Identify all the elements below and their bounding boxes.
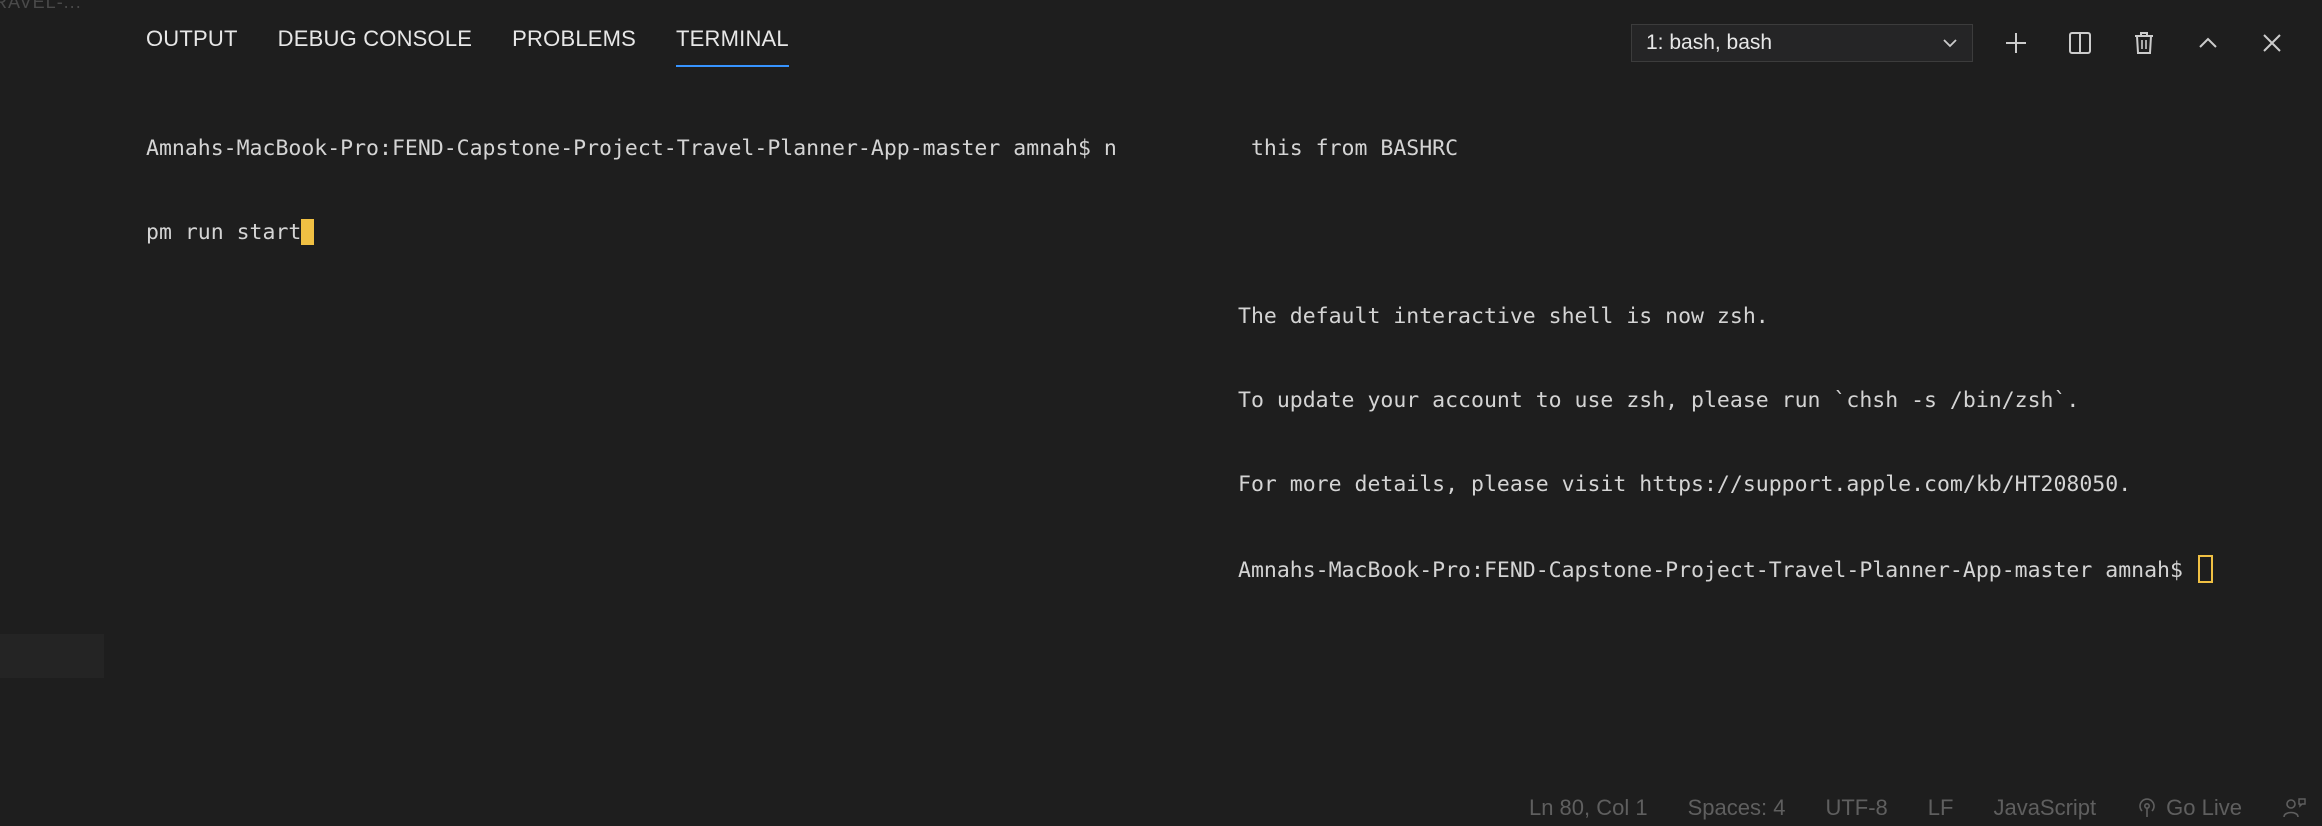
sidebar-faded-label: RAVEL-... xyxy=(0,0,82,12)
terminal-line: For more details, please visit https://s… xyxy=(1238,472,2132,497)
status-indentation[interactable]: Spaces: 4 xyxy=(1688,795,1786,821)
terminal-left-output[interactable]: Amnahs-MacBook-Pro:FEND-Capstone-Project… xyxy=(146,79,1117,303)
terminal-line: Amnahs-MacBook-Pro:FEND-Capstone-Project… xyxy=(146,136,1117,161)
panel-actions xyxy=(1984,22,2304,64)
terminal-right-output[interactable]: this from BASHRC The default interactive… xyxy=(1238,79,2213,639)
trash-icon xyxy=(2135,32,2153,54)
close-panel-button[interactable] xyxy=(2240,22,2304,64)
terminal-line-text: pm run start xyxy=(146,220,302,245)
terminal-prompt-line: Amnahs-MacBook-Pro:FEND-Capstone-Project… xyxy=(1238,555,2213,583)
tab-output[interactable]: OUTPUT xyxy=(146,26,238,64)
split-icon xyxy=(2069,32,2091,54)
close-icon xyxy=(2263,34,2281,52)
chevron-down-icon xyxy=(1943,39,1957,48)
terminal-select-dropdown[interactable]: 1: bash, bash xyxy=(1631,24,1973,62)
status-feedback-button[interactable] xyxy=(2282,796,2314,820)
maximize-panel-button[interactable] xyxy=(2176,22,2240,64)
status-encoding[interactable]: UTF-8 xyxy=(1825,795,1887,821)
chevron-up-icon xyxy=(2199,37,2217,48)
feedback-person-icon xyxy=(2283,798,2306,818)
broadcast-icon xyxy=(2139,798,2155,817)
tab-terminal[interactable]: TERMINAL xyxy=(676,26,789,67)
tab-problems[interactable]: PROBLEMS xyxy=(512,26,636,64)
plus-icon xyxy=(2006,33,2026,53)
terminal-line: To update your account to use zsh, pleas… xyxy=(1238,388,2080,413)
status-cursor-position[interactable]: Ln 80, Col 1 xyxy=(1529,795,1648,821)
panel-tabs: OUTPUT DEBUG CONSOLE PROBLEMS TERMINAL xyxy=(146,26,789,67)
split-terminal-button[interactable] xyxy=(2048,22,2112,64)
status-go-live-label: Go Live xyxy=(2166,795,2242,820)
sidebar-edge: RAVEL-... xyxy=(0,0,104,790)
status-language[interactable]: JavaScript xyxy=(1993,795,2096,821)
terminal-line: this from BASHRC xyxy=(1238,136,1459,161)
terminal-cursor xyxy=(301,219,315,245)
terminal-line-with-cursor: pm run start xyxy=(146,219,1117,247)
new-terminal-button[interactable] xyxy=(1984,22,2048,64)
terminal-line: The default interactive shell is now zsh… xyxy=(1238,304,1769,329)
status-bar: Ln 80, Col 1 Spaces: 4 UTF-8 LF JavaScri… xyxy=(0,790,2322,826)
terminal-prompt-text: Amnahs-MacBook-Pro:FEND-Capstone-Project… xyxy=(1238,558,2196,583)
bottom-panel: OUTPUT DEBUG CONSOLE PROBLEMS TERMINAL 1… xyxy=(104,0,2322,790)
status-eol[interactable]: LF xyxy=(1928,795,1954,821)
terminal-cursor xyxy=(2197,555,2213,583)
tab-debug-console[interactable]: DEBUG CONSOLE xyxy=(278,26,473,64)
terminal-select-value: 1: bash, bash xyxy=(1646,31,1773,54)
sidebar-sash[interactable] xyxy=(0,634,104,678)
status-go-live-button[interactable]: Go Live xyxy=(2136,795,2242,821)
kill-terminal-button[interactable] xyxy=(2112,22,2176,64)
